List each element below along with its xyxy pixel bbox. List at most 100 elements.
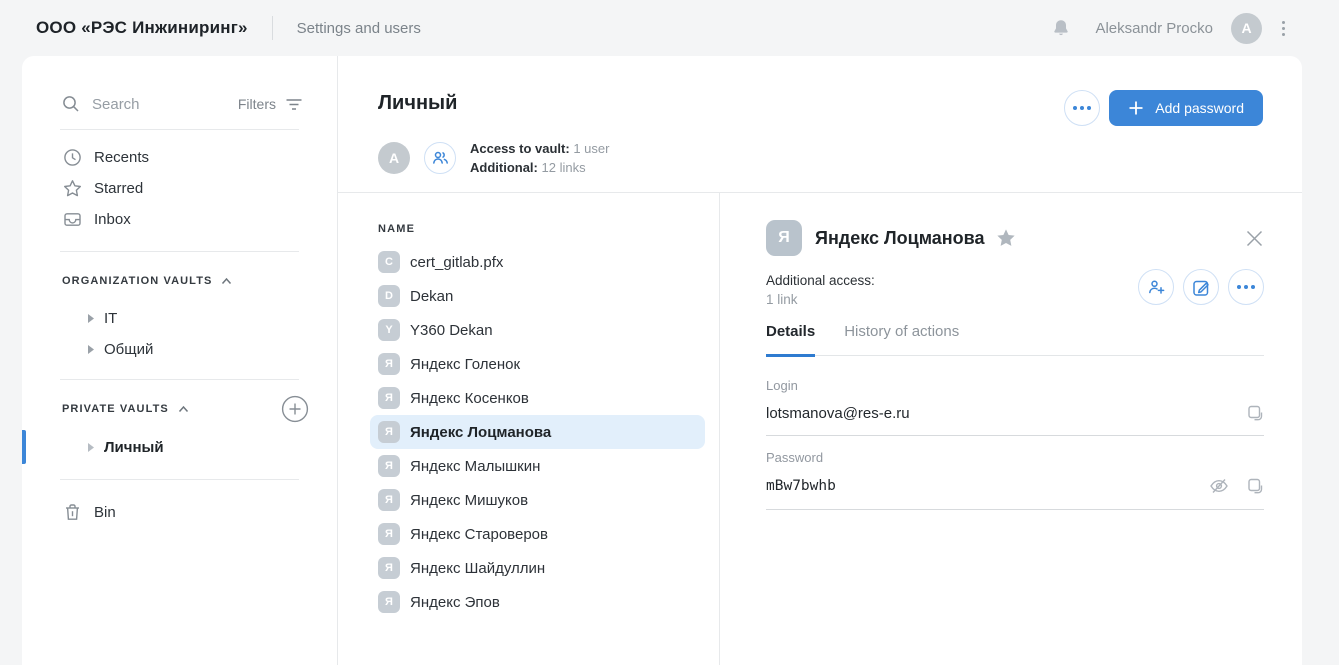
tab-details[interactable]: Details [766,323,815,357]
triangle-right-icon [88,443,94,452]
item-avatar: Y [378,319,400,341]
vault-owner-avatar[interactable]: A [378,142,410,174]
item-more-button[interactable] [1228,269,1264,305]
sidebar-item-starred[interactable]: Starred [22,173,337,204]
vault-header: Личный A Access to vault: 1 user Additio… [338,56,1302,193]
item-name: Яндекс Шайдуллин [410,560,545,577]
items-list-panel: NAME Ccert_gitlab.pfxDDekanYY360 DekanЯЯ… [338,193,720,665]
list-item[interactable]: Я Яндекс Лоцманова [370,415,705,449]
active-indicator [22,430,26,464]
inbox-icon [63,210,82,229]
list-item[interactable]: Я Яндекс Староверов [370,517,705,551]
list-item[interactable]: Я Яндекс Голенок [370,347,705,381]
triangle-right-icon [88,345,94,354]
search-icon [62,95,80,113]
item-name: Y360 Dekan [410,322,493,339]
user-name: Aleksandr Procko [1095,20,1213,37]
sidebar: Filters Recents [22,56,338,665]
triangle-right-icon [88,314,94,323]
additional-access-label: Additional access: [766,271,875,290]
more-menu-icon[interactable] [1278,17,1289,40]
item-avatar: Я [378,421,400,443]
shared-users-icon[interactable] [424,142,456,174]
search-input[interactable] [92,96,238,113]
vault-item-obshchiy[interactable]: Общий [22,334,337,365]
star-icon [63,179,82,198]
additional-access-value: 1 link [766,290,875,309]
organization-vaults-header[interactable]: ORGANIZATION VAULTS [22,252,337,292]
item-name: Яндекс Эпов [410,594,500,611]
items-list: Ccert_gitlab.pfxDDekanYY360 DekanЯЯндекс… [338,245,719,619]
vault-access-summary: Access to vault: 1 user Additional: 12 l… [470,139,609,177]
list-item[interactable]: Я Яндекс Эпов [370,585,705,619]
list-item[interactable]: Y Y360 Dekan [370,313,705,347]
filters-button[interactable]: Filters [238,96,276,112]
item-avatar: Я [378,523,400,545]
vault-label: Общий [104,341,153,358]
ellipsis-icon [1237,285,1255,289]
trash-icon [63,503,82,522]
item-name: Яндекс Лоцманова [410,424,551,441]
topbar-divider [272,16,273,40]
share-access-button[interactable] [1138,269,1174,305]
sidebar-item-label: Inbox [94,211,131,228]
section-title: ORGANIZATION VAULTS [62,275,212,287]
topbar: ООО «РЭС Инжиниринг» Settings and users … [0,0,1339,56]
item-avatar: Я [378,353,400,375]
item-name: Яндекс Мишуков [410,492,528,509]
item-name: Dekan [410,288,453,305]
bell-icon[interactable] [1051,18,1071,38]
brand-title: ООО «РЭС Инжиниринг» [36,18,248,38]
sidebar-item-bin[interactable]: Bin [22,497,337,527]
item-avatar: Я [378,387,400,409]
list-item[interactable]: ЯЯндекс Косенков [370,381,705,415]
item-name: Яндекс Голенок [410,356,520,373]
page-title: Личный [378,92,457,115]
person-plus-icon [1147,278,1166,296]
item-avatar: Я [378,557,400,579]
private-vaults-header[interactable]: PRIVATE VAULTS [22,380,337,420]
list-item[interactable]: Ccert_gitlab.pfx [370,245,705,279]
chevron-up-icon [178,405,189,413]
eye-off-icon[interactable] [1209,476,1229,496]
list-item[interactable]: Я Яндекс Шайдуллин [370,551,705,585]
vault-more-button[interactable] [1064,90,1100,126]
add-vault-button[interactable] [281,395,309,423]
vault-item-lichnyy[interactable]: Личный [22,430,337,464]
copy-icon[interactable] [1246,404,1264,422]
tab-history[interactable]: History of actions [844,323,959,357]
topbar-section-label: Settings and users [297,20,421,37]
add-password-button[interactable]: Add password [1109,90,1263,126]
item-detail-panel: Я Яндекс Лоцманова Additional access: 1 … [721,193,1302,665]
ellipsis-icon [1073,106,1091,110]
edit-icon [1192,278,1211,297]
access-label: Access to vault: [470,141,570,156]
star-icon[interactable] [996,228,1016,248]
plus-icon [1128,100,1144,116]
edit-button[interactable] [1183,269,1219,305]
sidebar-item-inbox[interactable]: Inbox [22,204,337,235]
additional-label: Additional: [470,160,538,175]
item-avatar: Я [378,591,400,613]
section-title: PRIVATE VAULTS [62,403,169,415]
password-value: mBw7bwhb [766,478,1209,494]
sidebar-item-label: Recents [94,149,149,166]
additional-value: 12 links [542,160,586,175]
login-field: Login lotsmanova@res-e.ru [766,378,1264,436]
password-field: Password mBw7bwhb [766,450,1264,510]
user-avatar[interactable]: A [1231,13,1262,44]
list-item[interactable]: DDekan [370,279,705,313]
column-header-name: NAME [378,223,415,235]
chevron-up-icon [221,277,232,285]
login-label: Login [766,378,1264,394]
content-card: Filters Recents [22,56,1302,665]
close-icon[interactable] [1245,229,1264,248]
vault-item-it[interactable]: IT [22,303,337,334]
sidebar-item-recents[interactable]: Recents [22,142,337,173]
item-name: Яндекс Малышкин [410,458,540,475]
copy-icon[interactable] [1246,477,1264,495]
list-item[interactable]: ЯЯндекс Малышкин [370,449,705,483]
list-item[interactable]: ЯЯндекс Мишуков [370,483,705,517]
item-name: Яндекс Староверов [410,526,548,543]
filter-icon[interactable] [285,96,303,112]
